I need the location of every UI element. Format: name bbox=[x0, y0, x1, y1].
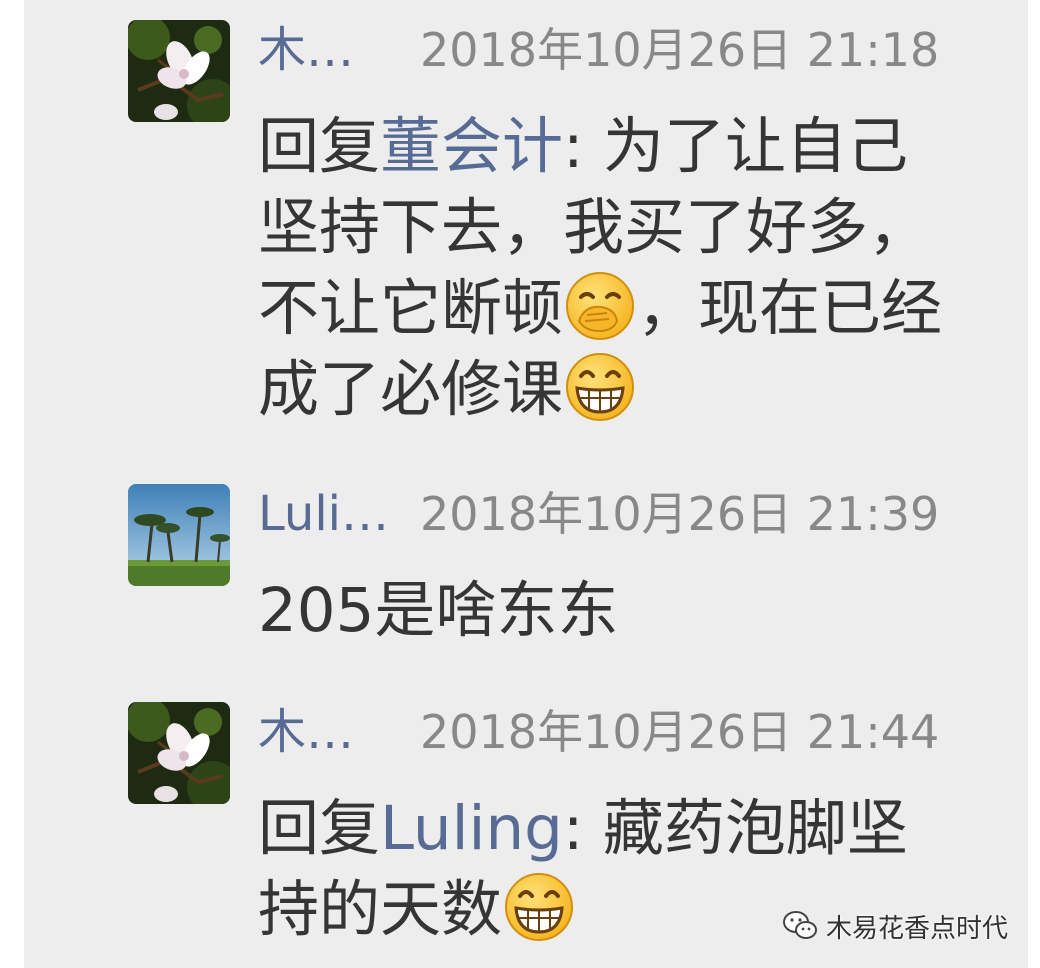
commenter-name[interactable]: 木… bbox=[258, 20, 354, 80]
flower-avatar-image bbox=[128, 702, 230, 804]
comment-timestamp: 2018年10月26日 21:39 bbox=[420, 487, 940, 541]
watermark: 木易花香点时代 bbox=[782, 906, 1008, 946]
comment-timestamp: 2018年10月26日 21:44 bbox=[420, 705, 940, 759]
wechat-icon bbox=[783, 911, 817, 939]
commenter-name[interactable]: 木… bbox=[258, 702, 354, 762]
mentioned-user[interactable]: Luling bbox=[380, 793, 563, 864]
commenter-name[interactable]: Luli… bbox=[258, 484, 389, 544]
mentioned-user[interactable]: 董会计 bbox=[380, 111, 563, 182]
reply-separator: : bbox=[563, 111, 603, 182]
avatar[interactable] bbox=[128, 484, 230, 586]
reply-prefix: 回复 bbox=[258, 793, 381, 864]
page: 木… 2018年10月26日 21:18 回复董会计: 为了让自己坚持下去，我买… bbox=[0, 0, 1040, 968]
watermark-text: 木易花香点时代 bbox=[826, 913, 1009, 944]
reply-separator: : bbox=[562, 793, 603, 864]
comment-text: 回复董会计: 为了让自己坚持下去，我买了好多，不让它断顿 ，现在已经成了必修课 bbox=[258, 106, 968, 430]
comment-text: 205是啥东东 bbox=[258, 570, 968, 651]
avatar[interactable] bbox=[128, 20, 230, 122]
reply-prefix: 回复 bbox=[258, 111, 381, 182]
comment-body-text: 205是啥东东 bbox=[258, 575, 619, 646]
landscape-avatar-image bbox=[128, 484, 230, 586]
avatar[interactable] bbox=[128, 702, 230, 804]
flower-avatar-image bbox=[128, 20, 230, 122]
comment-timestamp: 2018年10月26日 21:18 bbox=[420, 23, 940, 77]
grinning-emoji bbox=[563, 350, 637, 424]
grinning-emoji bbox=[502, 870, 576, 944]
hand-over-mouth-emoji bbox=[563, 269, 637, 343]
